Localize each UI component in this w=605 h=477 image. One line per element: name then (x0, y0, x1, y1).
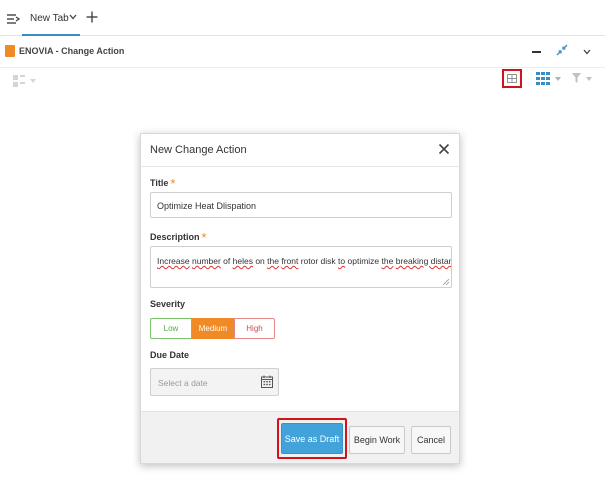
description-word: optimize (345, 256, 382, 266)
grid-view-button[interactable] (502, 69, 522, 88)
table-icon[interactable] (536, 71, 550, 87)
spellcheck-word: the (267, 256, 279, 266)
new-change-action-dialog: New Change Action Title * Optimize Heat D… (140, 133, 460, 464)
spellcheck-word: front (281, 256, 299, 266)
save-as-draft-button[interactable]: Save as Draft (281, 423, 343, 454)
chevron-down-icon[interactable] (30, 79, 36, 84)
due-date-label: Due Date (150, 350, 190, 360)
description-word: on (252, 256, 268, 266)
spellcheck-word: heles (232, 256, 253, 266)
page: New Tab ENOVIA - Change Action New Chang… (0, 0, 605, 477)
chevron-down-icon[interactable] (586, 77, 592, 82)
description-word: of (220, 256, 233, 266)
spellcheck-word: breaking distance (395, 256, 451, 266)
cancel-button[interactable]: Cancel (411, 426, 451, 454)
severity-medium-button[interactable]: Medium (192, 318, 234, 339)
add-icon[interactable] (86, 11, 98, 23)
severity-high-button[interactable]: High (234, 318, 275, 339)
tile-view-icon[interactable] (12, 74, 26, 88)
chevron-down-icon[interactable] (69, 14, 77, 20)
title-field[interactable]: Optimize Heat Dlispation (150, 192, 452, 218)
tab-bar: New Tab (0, 0, 605, 36)
app-logo-icon (5, 45, 15, 57)
grid-icon (507, 74, 517, 83)
description-word: rotor disk (298, 256, 339, 266)
app-title: ENOVIA - Change Action (19, 46, 125, 56)
spellcheck-word: Increase (157, 256, 190, 266)
description-label: Description * (150, 228, 207, 245)
spellcheck-word: number (191, 256, 221, 266)
severity-label: Severity (150, 299, 186, 309)
calendar-icon[interactable] (261, 375, 273, 388)
begin-work-button[interactable]: Begin Work (349, 426, 405, 454)
title-label: Title * (150, 174, 176, 191)
minimize-icon[interactable] (532, 51, 541, 53)
spellcheck-word: the (381, 256, 394, 266)
close-icon[interactable] (438, 143, 450, 155)
severity-low-button[interactable]: Low (150, 318, 192, 339)
chevron-down-icon[interactable] (583, 49, 591, 55)
due-date-field[interactable]: Select a date (150, 368, 279, 396)
filter-icon[interactable] (572, 73, 581, 83)
description-field[interactable]: Increase number of heles on the front ro… (150, 246, 452, 288)
tab-label: New Tab (30, 13, 69, 24)
title-label-text: Title (150, 178, 169, 188)
dialog-divider (141, 166, 459, 167)
dialog-title: New Change Action (150, 144, 247, 156)
tab-new-tab[interactable]: New Tab (22, 6, 80, 36)
required-marker: * (170, 176, 176, 191)
description-text: Increase number of heles on the front ro… (157, 256, 451, 266)
resize-handle-icon[interactable] (443, 279, 449, 285)
app-header: ENOVIA - Change Action (0, 36, 605, 68)
menu-icon[interactable] (6, 12, 20, 26)
toolbar (0, 68, 605, 96)
description-label-text: Description (150, 232, 200, 242)
chevron-down-icon[interactable] (555, 77, 561, 82)
required-marker: * (201, 230, 207, 245)
collapse-icon[interactable] (556, 44, 568, 56)
